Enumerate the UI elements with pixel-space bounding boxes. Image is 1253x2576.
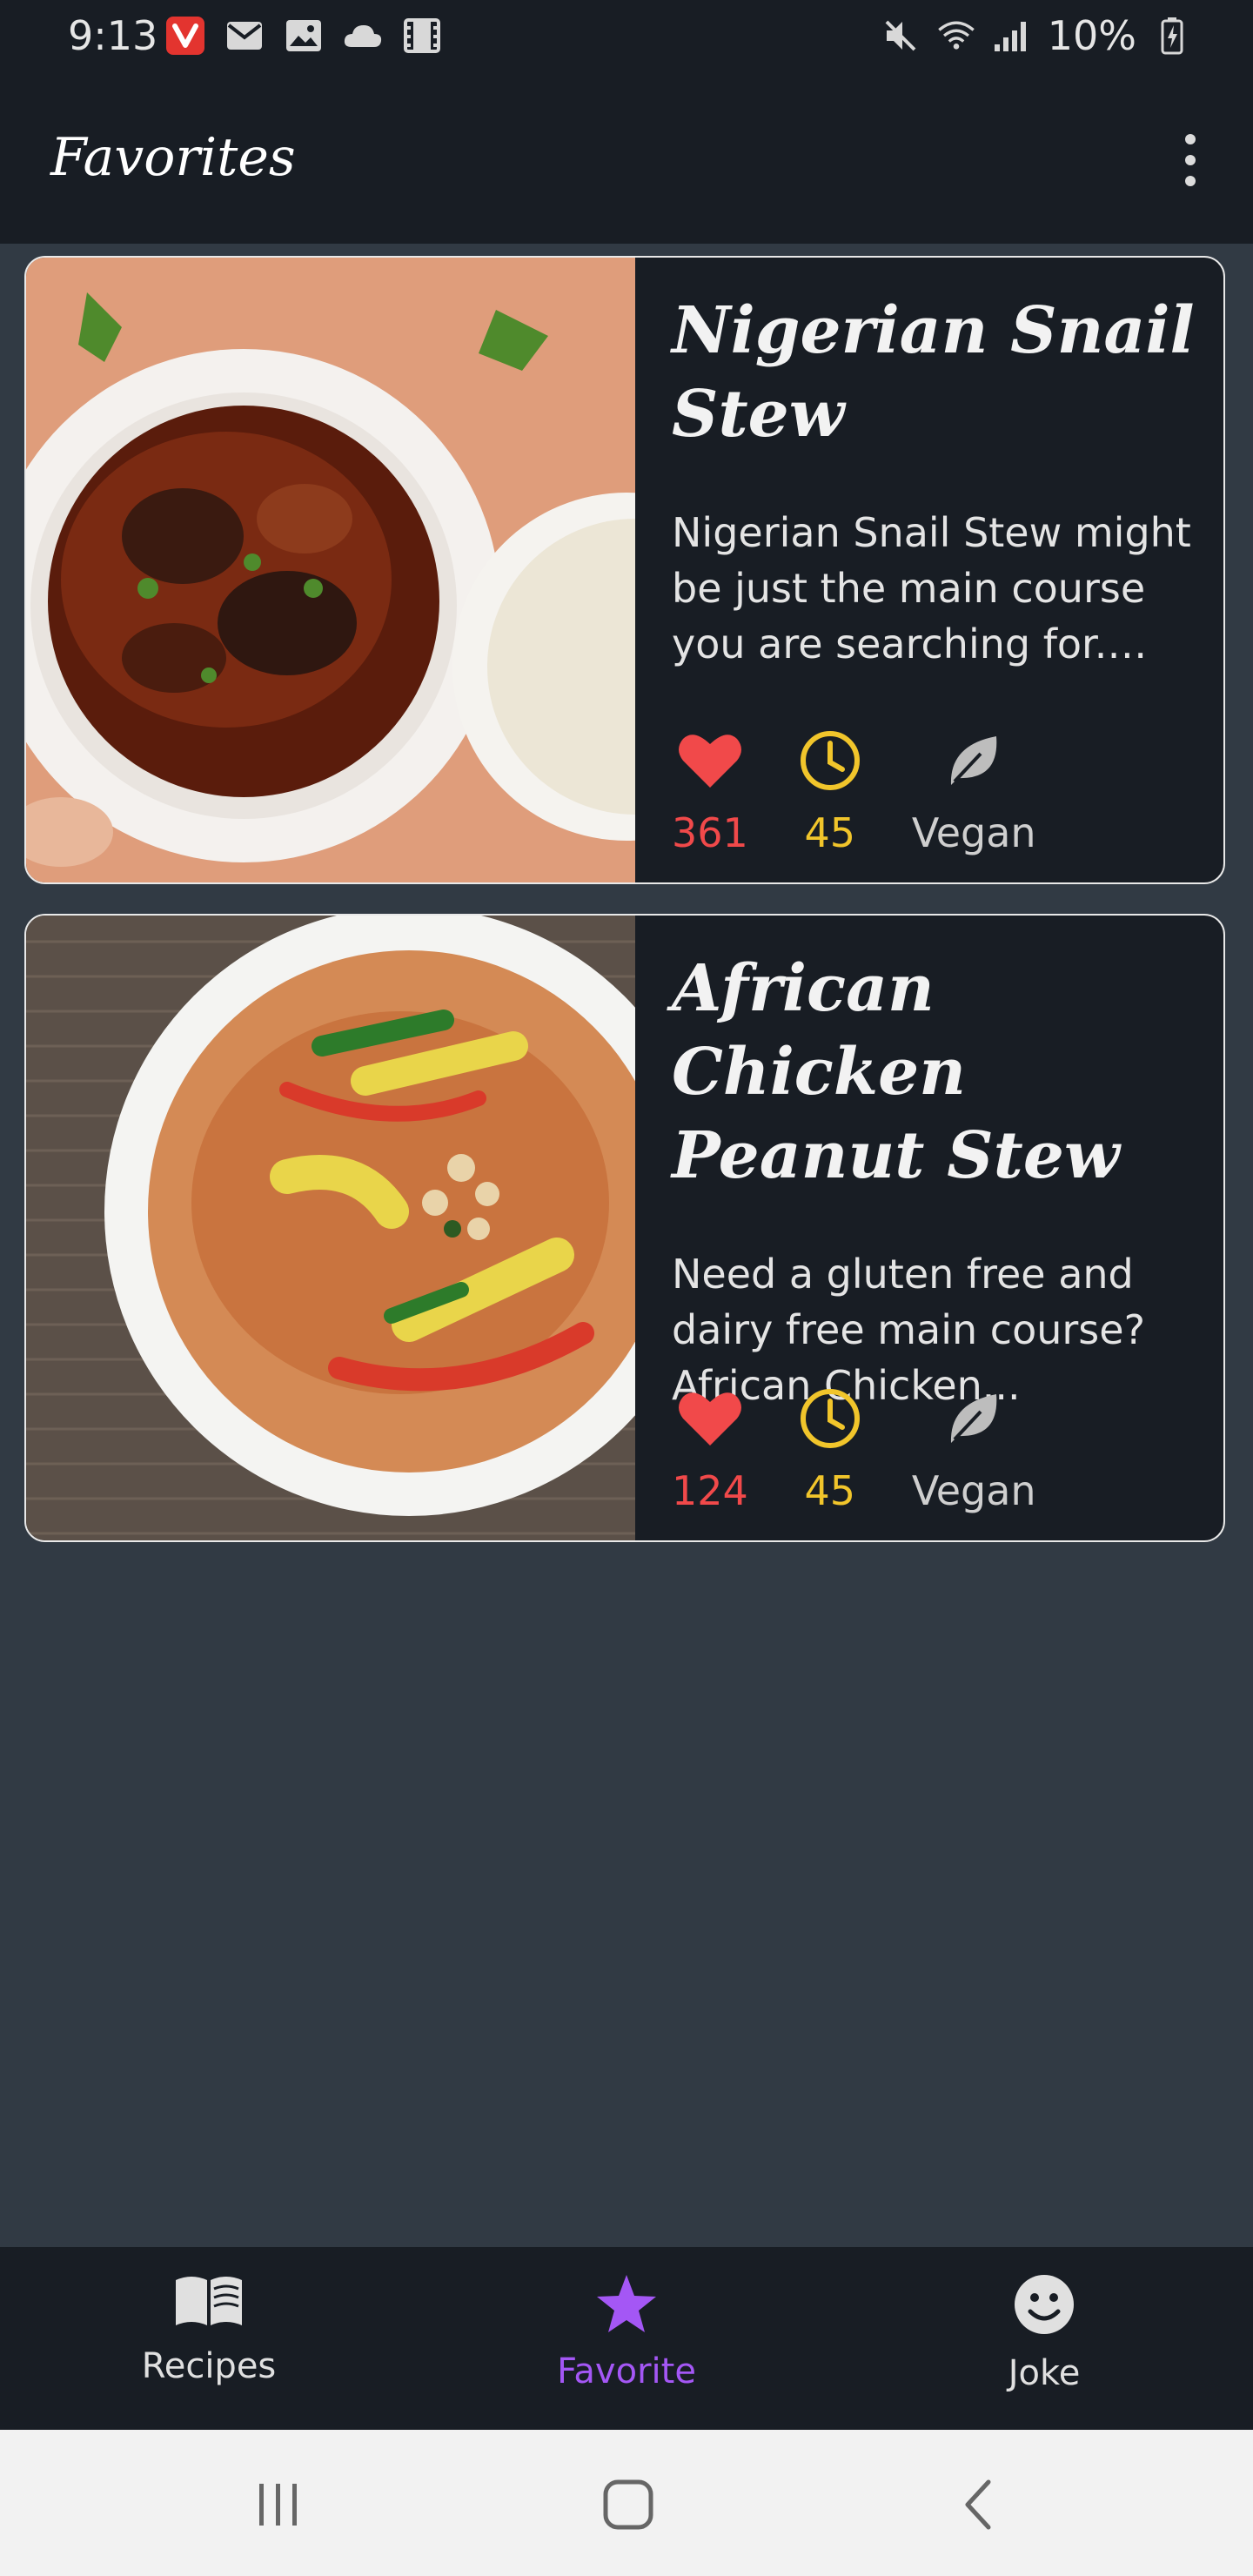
home-button[interactable]: [593, 2470, 663, 2539]
star-icon: [595, 2273, 658, 2338]
nav-item-favorite[interactable]: Favorite: [496, 2273, 757, 2392]
recipe-stats: 361 45 Vegan: [672, 728, 1085, 856]
signal-icon: [992, 16, 1032, 56]
diet-label: Vegan: [911, 809, 1036, 856]
page-title: Favorites: [50, 127, 296, 188]
likes-count: 361: [672, 809, 748, 856]
wifi-icon: [936, 16, 976, 56]
recipe-card[interactable]: African Chicken Peanut Stew Need a glute…: [24, 914, 1225, 1542]
battery-percent: 10%: [1047, 12, 1136, 59]
heart-icon: [677, 1385, 743, 1452]
time-stat: 45: [797, 728, 863, 856]
clock-icon: [797, 1385, 863, 1452]
system-navigation-bar: [0, 2430, 1253, 2576]
mute-icon: [881, 16, 921, 56]
heart-icon: [677, 728, 743, 794]
minutes-count: 45: [804, 1467, 856, 1514]
bottom-navigation: Recipes Favorite Joke: [0, 2247, 1253, 2430]
clock-icon: [797, 728, 863, 794]
more-vert-icon-dot: [1185, 176, 1196, 186]
recipe-title: Nigerian Snail Stew: [672, 293, 1195, 452]
favorites-list: Nigerian Snail Stew Nigerian Snail Stew …: [24, 256, 1229, 1572]
back-button[interactable]: [943, 2470, 1013, 2539]
nav-item-joke[interactable]: Joke: [914, 2273, 1175, 2393]
diet-stat: Vegan: [912, 1385, 1036, 1514]
likes-stat: 361: [672, 728, 748, 856]
more-vert-icon-dot: [1185, 155, 1196, 165]
overflow-menu-button[interactable]: [1169, 125, 1211, 195]
status-bar: 9:13 10%: [0, 0, 1253, 73]
nav-item-recipes[interactable]: Recipes: [78, 2273, 339, 2386]
diet-label: Vegan: [911, 1467, 1036, 1514]
battery-charging-icon: [1152, 16, 1192, 56]
minutes-count: 45: [804, 809, 856, 856]
recipe-image-peanut-stew: [26, 916, 635, 1540]
vivaldi-icon: [165, 16, 205, 56]
recipe-card-body: Nigerian Snail Stew Nigerian Snail Stew …: [672, 289, 1203, 672]
nav-label: Favorite: [557, 2351, 696, 2392]
leaf-icon: [941, 1385, 1007, 1452]
app-bar: Favorites: [0, 73, 1253, 244]
recent-apps-button[interactable]: [244, 2470, 313, 2539]
book-icon: [172, 2273, 245, 2332]
film-icon: [402, 16, 442, 56]
mail-icon: [224, 16, 265, 56]
likes-count: 124: [672, 1467, 748, 1514]
notification-icons: [165, 16, 442, 56]
recipe-image-snail-stew: [26, 258, 635, 882]
more-vert-icon: [1185, 134, 1196, 144]
time-stat: 45: [797, 1385, 863, 1514]
nav-label: Joke: [1008, 2353, 1081, 2393]
smiley-icon: [1013, 2273, 1075, 2339]
leaf-icon: [941, 728, 1007, 794]
gallery-icon: [284, 16, 324, 56]
recipe-card-body: African Chicken Peanut Stew Need a glute…: [672, 947, 1203, 1413]
status-time: 9:13: [68, 12, 158, 59]
recipe-card[interactable]: Nigerian Snail Stew Nigerian Snail Stew …: [24, 256, 1225, 884]
diet-stat: Vegan: [912, 728, 1036, 856]
recipe-title: African Chicken Peanut Stew: [672, 951, 1120, 1193]
nav-label: Recipes: [141, 2346, 277, 2386]
recipe-stats: 124 45 Vegan: [672, 1385, 1085, 1514]
likes-stat: 124: [672, 1385, 748, 1514]
system-status-icons: 10%: [881, 12, 1192, 59]
recipe-description: Nigerian Snail Stew might be just the ma…: [672, 509, 1191, 667]
cloud-icon: [343, 16, 383, 56]
